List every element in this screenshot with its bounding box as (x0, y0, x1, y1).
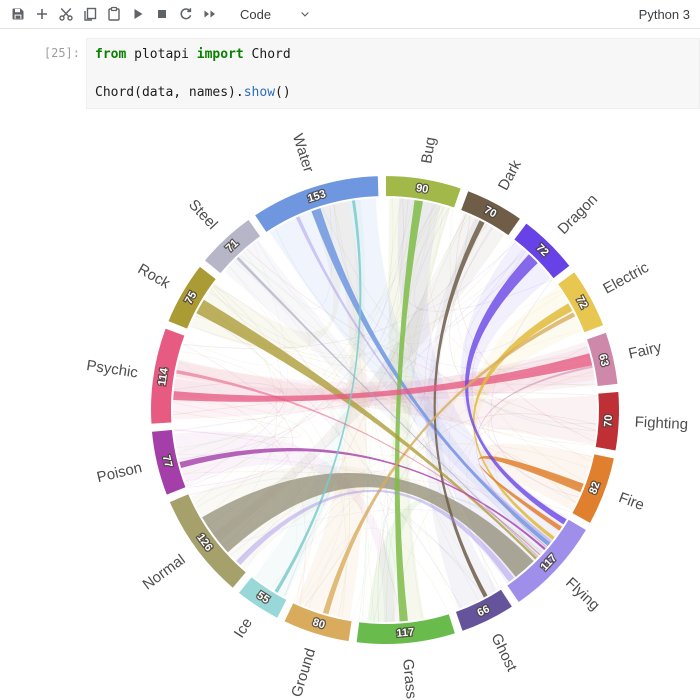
cell-input-area[interactable]: from plotapi import Chord Chord(data, na… (86, 38, 700, 109)
floppy-icon (12, 8, 24, 20)
segment-label-bug: Bug (418, 136, 439, 165)
run-button[interactable] (130, 6, 146, 22)
segment-label-dark: Dark (495, 157, 525, 193)
segment-label-grass: Grass (399, 658, 420, 699)
segment-label-fairy: Fairy (627, 339, 664, 363)
segment-label-steel: Steel (185, 196, 221, 233)
run-all-button[interactable] (202, 6, 218, 22)
segment-label-normal: Normal (140, 551, 189, 593)
scissors-icon (59, 8, 73, 21)
chord-output-area: 90 Bug 70 Dark 72 Dragon 72 Electric 63 Fairy 70 Fi… (0, 117, 700, 700)
restart-kernel-button[interactable] (178, 6, 194, 22)
chevron-down-icon (301, 12, 309, 17)
cell-type-value: Code (240, 6, 272, 22)
kernel-name: Python 3 (638, 6, 690, 22)
code-token: Chord (243, 47, 291, 62)
code-token: from (95, 47, 127, 62)
segment-label-electric: Electric (600, 259, 652, 298)
paste-cell-button[interactable] (106, 6, 122, 22)
clipboard-icon (108, 6, 120, 21)
arc-value-fighting: 70 (602, 414, 615, 427)
segment-label-ghost: Ghost (487, 631, 520, 675)
code-token: plotapi (126, 47, 197, 62)
segment-label-poison: Poison (95, 459, 144, 486)
code-cell: [25]: from plotapi import Chord Chord(da… (0, 38, 700, 109)
chord-diagram: 90Bug70Dark72Dragon72Electric63 Fairy70 Fi… (85, 132, 688, 700)
cell-prompt: [25]: (43, 46, 80, 60)
code-editor[interactable]: from plotapi import Chord Chord(data, na… (95, 45, 691, 102)
stop-icon (158, 10, 166, 18)
segment-label-rock: Rock (135, 260, 174, 292)
arc-value-grass: 117 (396, 626, 415, 640)
add-cell-button[interactable] (34, 6, 50, 22)
plus-icon (37, 9, 47, 19)
code-token: () (275, 85, 291, 100)
segment-label-flying: Flying (562, 574, 603, 614)
stop-button[interactable] (154, 6, 170, 22)
segment-label-fighting: Fighting (634, 414, 688, 434)
copy-cell-button[interactable] (82, 6, 98, 22)
segment-label-ground: Ground (288, 646, 319, 699)
code-token: show (243, 85, 276, 100)
fast-forward-icon (204, 10, 215, 18)
segment-label-ice: Ice (231, 615, 256, 641)
code-token: Chord(data, names). (95, 85, 244, 100)
copy-icon (84, 7, 97, 21)
segment-label-dragon: Dragon (554, 191, 601, 238)
cell-type-dropdown[interactable]: Code (240, 7, 311, 22)
arc-value-bug: 90 (415, 182, 429, 196)
notebook-toolbar: Code Python 3 (0, 0, 700, 29)
play-icon (134, 9, 143, 19)
save-button[interactable] (10, 6, 26, 22)
cut-cell-button[interactable] (58, 6, 74, 22)
segment-label-fire: Fire (616, 489, 646, 514)
restart-icon (180, 8, 192, 20)
code-token: import (196, 47, 244, 62)
segment-label-water: Water (289, 132, 317, 175)
segment-label-psychic: Psychic (85, 357, 139, 382)
